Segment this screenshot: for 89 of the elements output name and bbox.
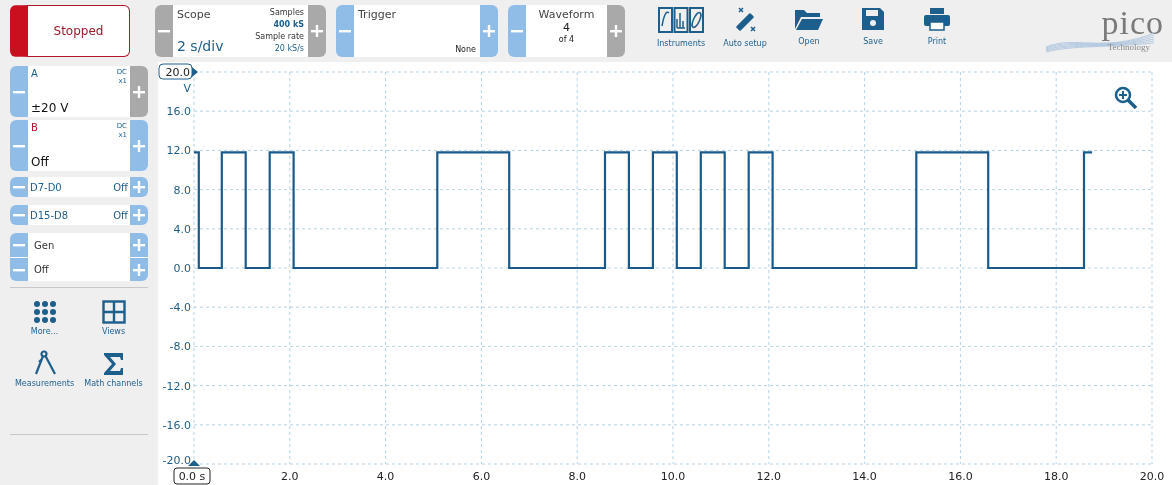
axis-tick-label: 14.0 xyxy=(852,470,877,483)
panel-title: Scope xyxy=(177,8,212,21)
plus-icon xyxy=(133,85,145,98)
tool-button[interactable]: Measurements xyxy=(10,344,79,388)
instruments-icon xyxy=(658,7,704,33)
channel-state: Off xyxy=(113,209,128,221)
tool-button[interactable]: Math channels xyxy=(79,344,148,388)
decrease-button[interactable] xyxy=(336,5,354,57)
axis-tick-label: 16.0 xyxy=(166,105,191,119)
save-icon xyxy=(861,7,885,31)
logo-tagline: Technology xyxy=(1107,42,1150,53)
range-value: ±20 V xyxy=(31,101,70,115)
increase-button[interactable] xyxy=(130,233,148,257)
axis-tick-label: 12.0 xyxy=(166,144,191,158)
panel-title: Trigger xyxy=(358,8,397,21)
time-marker: 0.0 s xyxy=(173,467,211,485)
plus-icon xyxy=(311,25,323,37)
folder-icon xyxy=(794,7,824,31)
run-button[interactable]: Stopped xyxy=(10,5,130,57)
channel-name: B xyxy=(31,122,39,135)
axis-tick-label: 2.0 xyxy=(281,470,299,483)
generator-label: Gen xyxy=(34,239,55,251)
tool-button[interactable]: Views xyxy=(79,292,148,336)
plus-icon xyxy=(133,209,145,221)
sample-rate-value: 20 kS/s xyxy=(273,44,304,54)
samples-value: 400 kS xyxy=(272,20,304,30)
decrease-button[interactable] xyxy=(10,66,28,117)
decrease-button[interactable] xyxy=(10,257,28,281)
increase-button[interactable] xyxy=(130,177,148,197)
axis-tick-label: 0.0 xyxy=(173,262,191,275)
compass-icon xyxy=(32,350,57,376)
toolbar-button[interactable]: Print xyxy=(905,5,969,48)
decrease-button[interactable] xyxy=(10,177,28,197)
axis-tick-label: 8.0 xyxy=(568,470,586,483)
plus-icon xyxy=(133,139,145,152)
plus-icon xyxy=(610,25,622,37)
axis-unit-label: V xyxy=(183,82,191,95)
field-label: Sample rate xyxy=(255,32,304,42)
axis-tick-label: 18.0 xyxy=(1043,470,1069,483)
waveform-index: 4 xyxy=(563,21,570,35)
channel-name: A xyxy=(31,68,39,81)
range-value: Off xyxy=(31,155,50,169)
sigma-icon xyxy=(102,352,125,376)
plus-icon xyxy=(133,181,145,193)
axis-tick-label: 4.0 xyxy=(376,470,395,483)
axis-tick-label: -4.0 xyxy=(169,301,191,315)
axis-tick-label: -8.0 xyxy=(169,340,191,354)
channel-state: Off xyxy=(113,181,128,193)
panel-title: Waveform xyxy=(538,8,595,21)
grid-icon xyxy=(101,300,126,324)
zoom-in-icon[interactable] xyxy=(1114,86,1138,110)
dots-grid-icon xyxy=(32,300,57,324)
plus-icon xyxy=(133,263,145,276)
toolbar-button[interactable]: Auto setup xyxy=(713,5,777,48)
plus-icon xyxy=(483,25,495,37)
decrease-button[interactable] xyxy=(508,5,526,57)
plus-icon xyxy=(133,239,145,251)
axis-tick-label: 6.0 xyxy=(472,470,491,483)
generator-label: Off xyxy=(34,263,49,275)
axis-tick-label: 12.0 xyxy=(756,470,782,483)
axis-tick-label: 8.0 xyxy=(173,183,191,197)
channel-name: D15-D8 xyxy=(30,209,69,221)
axis-tick-label: -20.0 xyxy=(162,454,191,467)
axis-tick-label: 16.0 xyxy=(948,470,973,483)
increase-button[interactable] xyxy=(480,5,498,57)
decrease-button[interactable] xyxy=(10,233,28,257)
logo: pico xyxy=(1101,5,1164,41)
toolbar-button[interactable]: Save xyxy=(841,5,905,48)
increase-button[interactable] xyxy=(130,120,148,171)
field-label: Samples xyxy=(268,8,304,18)
y-tick-label: 20.0 xyxy=(165,66,190,79)
axis-tick-label: -12.0 xyxy=(162,379,191,393)
printer-icon xyxy=(923,7,951,31)
trigger-mode: None xyxy=(455,45,476,54)
toolbar-button[interactable]: Open xyxy=(777,5,841,48)
decrease-button[interactable] xyxy=(10,205,28,225)
channel-name: D7-D0 xyxy=(30,181,62,193)
waveform-count: of 4 xyxy=(558,35,575,44)
tool-button[interactable]: More... xyxy=(10,292,79,336)
axis-tick-label: 4.0 xyxy=(173,222,191,236)
axis-tick-label: 10.0 xyxy=(660,470,686,483)
axis-tick-label: -16.0 xyxy=(162,418,191,432)
x-tick-label: 0.0 s xyxy=(178,470,206,483)
toolbar-button[interactable]: Instruments xyxy=(649,5,713,48)
axis-tick-label: 20.0 xyxy=(1139,470,1165,483)
increase-button[interactable] xyxy=(130,257,148,281)
decrease-button[interactable] xyxy=(10,120,28,171)
timebase-value: 2 s/div xyxy=(177,38,224,54)
increase-button[interactable] xyxy=(130,205,148,225)
